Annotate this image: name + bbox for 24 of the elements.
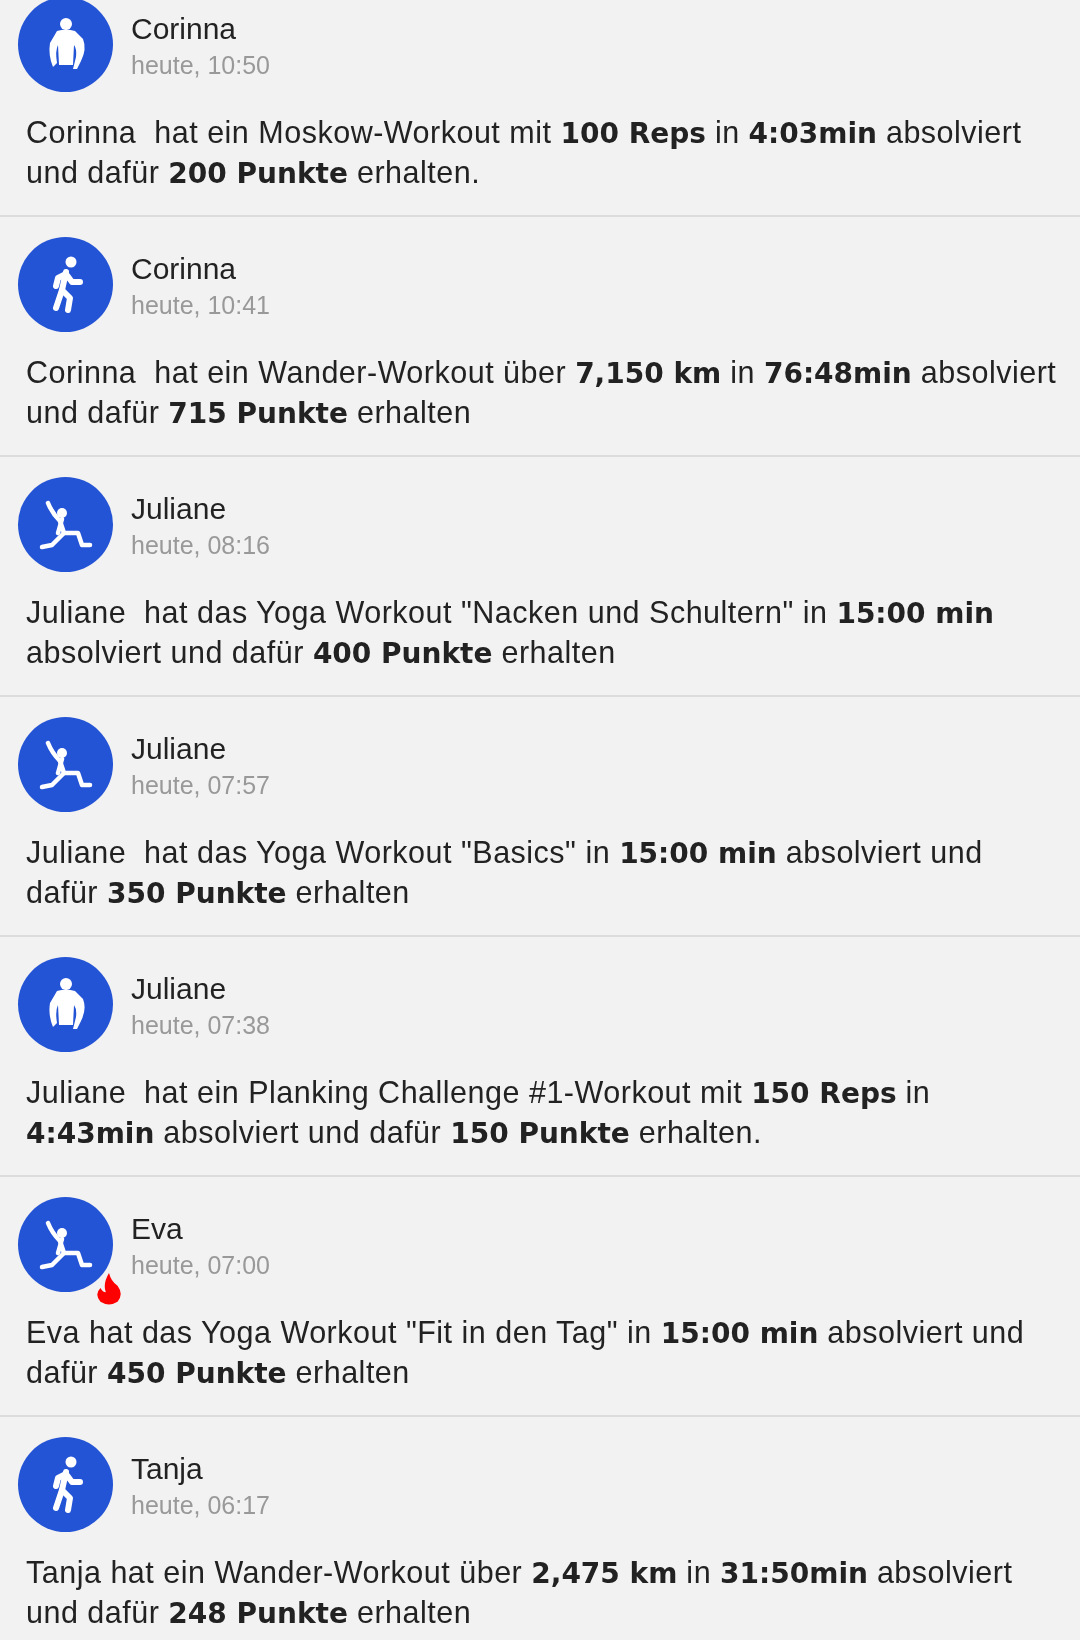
activity-message: Corinna hat ein Moskow-Workout mit 100 Reps in 4:03min absolviert und dafür 200 Punkte erhalten. (25, 114, 1023, 192)
user-name: Juliane (131, 731, 228, 767)
timestamp: heute, 10:50 (131, 50, 270, 81)
activity-message: Corinna hat ein Wander-Workout über 7,150 km in 76:48min absolviert und dafür 715 Punkte erhalten (25, 354, 1058, 432)
user-name: Corinna (131, 11, 238, 47)
user-name: Juliane (131, 491, 228, 527)
yoga-pose-icon (37, 738, 94, 791)
yoga-pose-icon (37, 1218, 94, 1271)
user-name: Eva (131, 1211, 184, 1247)
activity-message: Tanja hat ein Wander-Workout über 2,475 km in 31:50min absolviert und dafür 248 Punkte erhalten (25, 1554, 1014, 1632)
yoga-pose-icon (37, 498, 94, 551)
timestamp: heute, 10:41 (131, 290, 270, 321)
user-name: Corinna (131, 251, 238, 287)
user-name: Juliane (131, 971, 228, 1007)
timestamp: heute, 07:00 (131, 1250, 270, 1281)
timestamp: heute, 07:57 (131, 770, 270, 801)
activity-message: Eva hat das Yoga Workout "Fit in den Tag" in 15:00 min absolviert und dafür 450 Punkte erhalten (25, 1314, 1026, 1392)
activity-message: Juliane hat das Yoga Workout "Nacken und Schultern" in 15:00 min absolviert und dafür 400 Punkte erhalten (25, 594, 995, 672)
timestamp: heute, 08:16 (131, 530, 270, 561)
timestamp: heute, 06:17 (131, 1490, 270, 1521)
activity-message: Juliane hat ein Planking Challenge #1-Workout mit 150 Reps in 4:43min absolviert und dafür 150 Punkte erhalten. (25, 1074, 932, 1152)
user-name: Tanja (131, 1451, 204, 1487)
timestamp: heute, 07:38 (131, 1010, 270, 1041)
activity-message: Juliane hat das Yoga Workout "Basics" in 15:00 min absolviert und dafür 350 Punkte erhalten (25, 834, 984, 912)
